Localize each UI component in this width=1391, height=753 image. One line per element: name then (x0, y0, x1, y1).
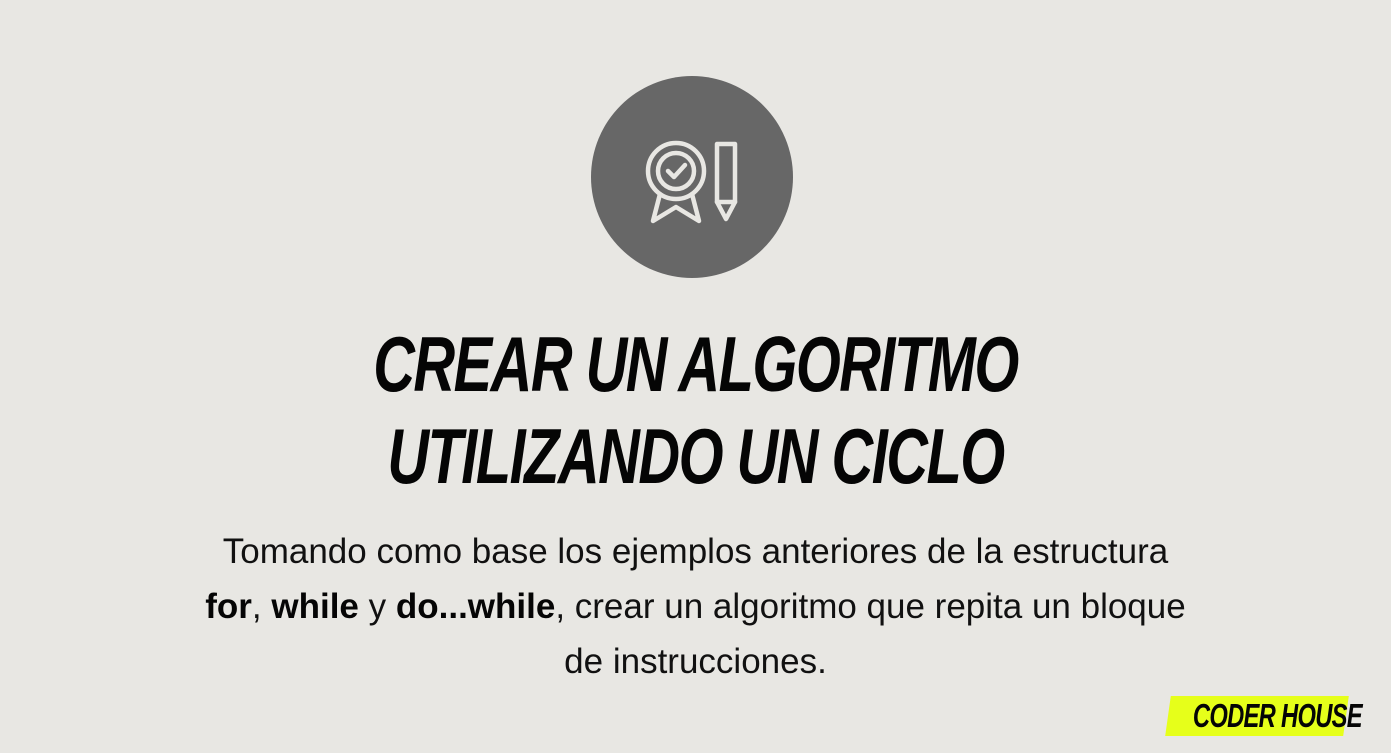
icon-circle (591, 76, 793, 278)
keyword-while: while (271, 587, 359, 626)
slide-title: CREAR UN ALGORITMO UTILIZANDO UN CICLO (181, 318, 1210, 502)
separator-comma: , (251, 587, 272, 626)
body-line-2-rest: , crear un algoritmo que repita un bloqu… (555, 587, 1186, 626)
keyword-for: for (205, 587, 252, 626)
title-line-1: CREAR UN ALGORITMO (373, 320, 1019, 408)
coderhouse-logo: CODER HOUSE (1165, 696, 1362, 736)
body-line-3: de instrucciones. (564, 642, 827, 681)
slide: CREAR UN ALGORITMO UTILIZANDO UN CICLO T… (0, 0, 1391, 753)
title-line-2: UTILIZANDO UN CICLO (387, 412, 1005, 500)
brand-text: CODER HOUSE (1192, 697, 1362, 734)
instructions-paragraph: Tomando como base los ejemplos anteriore… (120, 524, 1271, 689)
body-line-1: Tomando como base los ejemplos anteriore… (222, 532, 1169, 571)
keyword-do-while: do...while (395, 587, 556, 626)
separator-y: y (358, 587, 396, 626)
award-ribbon-pencil-icon (645, 140, 738, 224)
